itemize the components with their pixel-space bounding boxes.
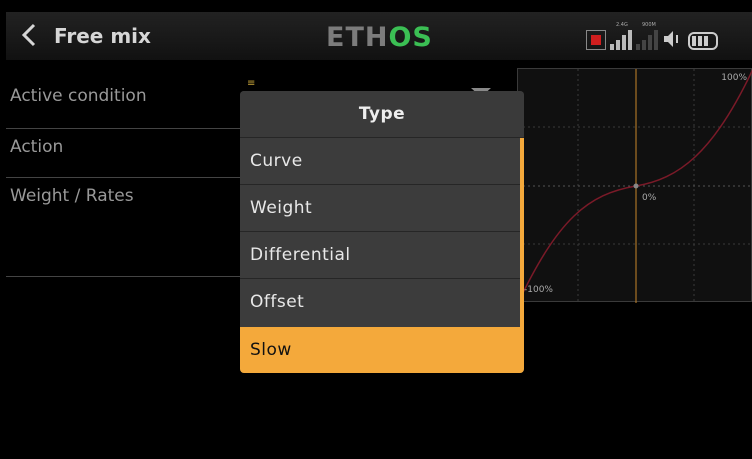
option-differential[interactable]: Differential: [240, 231, 520, 277]
page-title: Free mix: [54, 24, 151, 48]
battery-icon: [688, 32, 718, 50]
graph-min-label: -100%: [524, 285, 553, 295]
ethos-logo: ETHOS: [326, 22, 433, 53]
chevron-left-icon: [21, 23, 36, 47]
back-button[interactable]: [12, 18, 46, 52]
dialog-scrollbar[interactable]: [520, 138, 524, 327]
weight-rates-label: Weight / Rates: [10, 186, 134, 206]
action-label: Action: [10, 137, 64, 157]
graph-mid-label: 0%: [642, 193, 657, 203]
active-condition-label: Active condition: [10, 86, 147, 106]
option-offset[interactable]: Offset: [240, 278, 520, 324]
type-dialog: Type Curve Weight Differential Offset Sl…: [240, 91, 524, 373]
header-bar: Free mix ETHOS 2.4G 900M: [6, 12, 752, 60]
record-icon: [586, 30, 606, 50]
option-slow[interactable]: Slow: [240, 327, 524, 373]
option-curve[interactable]: Curve: [240, 137, 520, 183]
rssi-2g4-icon: 2.4G: [610, 22, 632, 50]
rssi-900m-icon: 900M: [636, 22, 658, 50]
speaker-icon: [662, 28, 684, 50]
status-icons: 2.4G 900M: [586, 22, 718, 50]
graph-max-label: 100%: [721, 73, 747, 83]
curve-graph: 100% 0% -100%: [517, 68, 752, 303]
screen: Free mix ETHOS 2.4G 900M Active conditio…: [6, 12, 752, 459]
dialog-title: Type: [240, 91, 524, 138]
condition-field-icon: ≡: [247, 78, 256, 89]
option-weight[interactable]: Weight: [240, 184, 520, 230]
